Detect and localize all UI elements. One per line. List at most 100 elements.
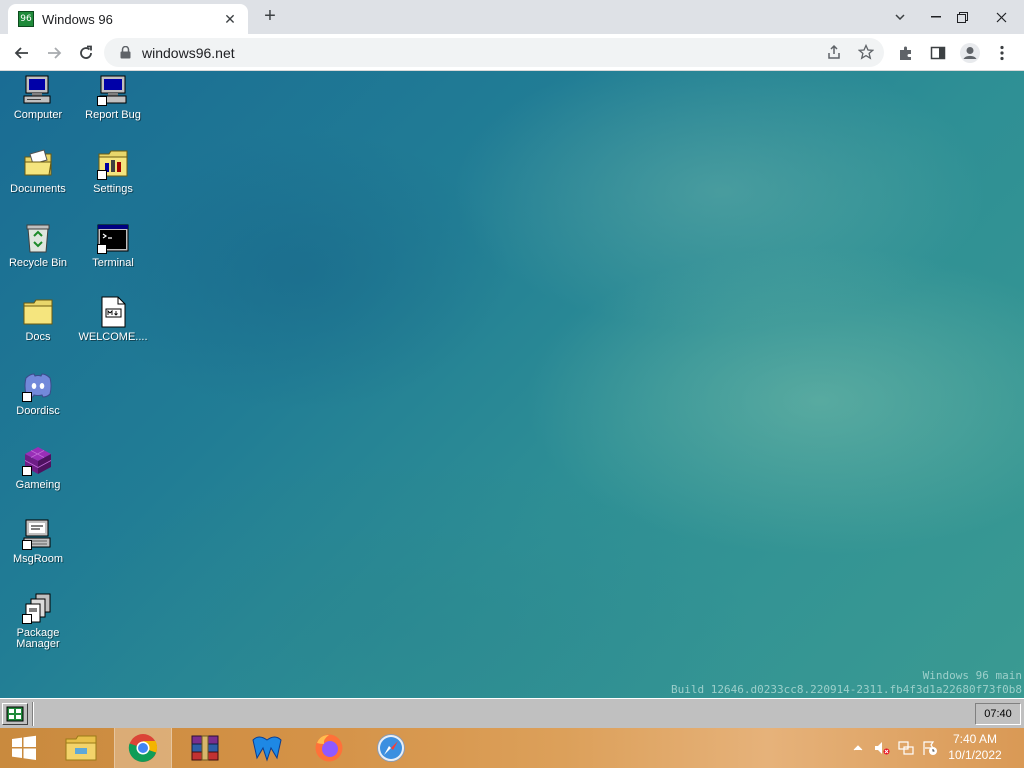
speaker-muted-icon — [875, 742, 890, 755]
build-number: Build 12646.d0233cc8.220914-2311.fb4f3d1… — [671, 683, 1022, 696]
taskbar-safari[interactable] — [362, 728, 420, 768]
profile-button[interactable] — [956, 39, 984, 67]
icon-label: Doordisc — [16, 405, 60, 417]
taskbar-file-explorer[interactable] — [52, 728, 110, 768]
discord-icon — [21, 369, 55, 403]
desktop-icon-doordisc[interactable]: Doordisc — [1, 369, 75, 417]
build-title: Windows 96 main — [922, 669, 1022, 682]
desktop-icon-msgroom[interactable]: MsgRoom — [1, 517, 75, 565]
chevron-down-icon — [895, 14, 905, 20]
desktop-icon-computer[interactable]: Computer — [1, 73, 75, 121]
taskbar-chrome[interactable] — [114, 728, 172, 768]
folder-icon — [21, 295, 55, 329]
restore-button[interactable] — [946, 0, 978, 34]
desktop-icon-docs[interactable]: Docs — [1, 295, 75, 343]
url-text: windows96.net — [142, 44, 235, 61]
puzzle-icon — [900, 46, 911, 60]
win96-start-button[interactable] — [2, 703, 28, 725]
tab-search-button[interactable] — [884, 0, 916, 34]
chrome-icon — [128, 734, 158, 762]
side-panel-button[interactable] — [924, 39, 952, 67]
taskbar-firefox[interactable] — [300, 728, 358, 768]
share-button[interactable] — [820, 38, 848, 66]
build-watermark: Windows 96 main Build 12646.d0233cc8.220… — [671, 669, 1022, 697]
close-icon — [996, 12, 1006, 22]
shortcut-arrow-icon — [22, 466, 32, 476]
shortcut-arrow-icon — [22, 392, 32, 402]
volume-button[interactable] — [872, 728, 892, 768]
game-cube-icon — [21, 443, 55, 477]
desktop-icon-recycle-bin[interactable]: Recycle Bin — [1, 221, 75, 269]
star-icon — [858, 44, 874, 60]
action-center-button[interactable] — [920, 728, 940, 768]
arrow-left-icon — [14, 47, 28, 59]
side-panel-icon — [930, 46, 946, 60]
settings-folder-icon — [96, 147, 130, 181]
package-manager-icon — [21, 591, 55, 625]
desktop-icon-welcome[interactable]: WELCOME.... — [76, 295, 150, 343]
winrar-icon — [191, 735, 219, 761]
win96-clock[interactable]: 07:40 — [975, 703, 1021, 725]
flag-clock-icon — [923, 741, 937, 755]
host-clock[interactable]: 7:40 AM 10/1/2022 — [940, 731, 1010, 763]
desktop-icon-terminal[interactable]: Terminal — [76, 221, 150, 269]
back-button[interactable] — [8, 39, 36, 67]
network-button[interactable] — [896, 728, 916, 768]
desktop-icon-report-bug[interactable]: Report Bug — [76, 73, 150, 121]
address-bar[interactable]: windows96.net — [104, 38, 884, 67]
shortcut-arrow-icon — [97, 96, 107, 106]
shortcut-arrow-icon — [97, 244, 107, 254]
host-taskbar: 7:40 AM 10/1/2022 — [0, 728, 1024, 768]
new-tab-button[interactable]: + — [258, 6, 282, 28]
network-icon — [898, 741, 914, 755]
lock-icon[interactable] — [118, 46, 132, 60]
browser-tabstrip: 96 Windows 96 ✕ + — [0, 0, 1024, 34]
bookmark-button[interactable] — [852, 38, 880, 66]
tab-close-button[interactable]: ✕ — [222, 11, 238, 28]
kebab-menu-icon — [1000, 45, 1004, 61]
safari-compass-icon — [377, 734, 405, 762]
forward-button[interactable] — [40, 39, 68, 67]
icon-label: Terminal — [92, 257, 134, 269]
icon-label: Settings — [93, 183, 133, 195]
win96-logo-icon — [6, 706, 24, 722]
icon-label: Computer — [13, 109, 63, 121]
taskbar-malwarebytes[interactable] — [238, 728, 296, 768]
windows-start-button[interactable] — [0, 728, 48, 768]
report-bug-icon — [96, 73, 130, 107]
icon-label: Documents — [10, 183, 66, 195]
documents-folder-icon — [21, 147, 55, 181]
host-date: 10/1/2022 — [948, 748, 1002, 762]
icon-label: Package Manager — [16, 627, 60, 650]
desktop-icon-package-manager[interactable]: Package Manager — [1, 591, 75, 650]
windows-logo-icon — [12, 735, 36, 760]
reload-icon — [80, 45, 92, 59]
taskbar-separator — [32, 702, 34, 726]
file-explorer-icon — [65, 735, 97, 761]
tab-title: Windows 96 — [42, 11, 113, 27]
reload-button[interactable] — [72, 39, 100, 67]
window-close-button[interactable] — [978, 0, 1024, 34]
msgroom-icon — [21, 517, 55, 551]
browser-menu-button[interactable] — [988, 39, 1016, 67]
desktop-icon-gameing[interactable]: Gameing — [1, 443, 75, 491]
icon-label: Report Bug — [85, 109, 141, 121]
taskbar-winrar[interactable] — [176, 728, 234, 768]
desktop-icon-settings[interactable]: Settings — [76, 147, 150, 195]
markdown-file-icon — [96, 295, 130, 329]
win96-taskbar: 07:40 — [0, 698, 1024, 728]
host-time: 7:40 AM — [952, 732, 998, 746]
icon-label: WELCOME.... — [78, 331, 148, 343]
restore-icon — [956, 11, 968, 23]
browser-tab[interactable]: 96 Windows 96 ✕ — [8, 4, 248, 34]
recycle-bin-icon — [21, 221, 55, 255]
extensions-button[interactable] — [892, 39, 920, 67]
shortcut-arrow-icon — [22, 540, 32, 550]
share-icon — [828, 44, 840, 59]
terminal-icon — [96, 221, 130, 255]
computer-icon — [21, 73, 55, 107]
show-hidden-icons-button[interactable] — [850, 728, 866, 768]
desktop-icon-documents[interactable]: Documents — [1, 147, 75, 195]
win96-desktop[interactable]: Computer Documents Recycle Bin Docs Door… — [0, 71, 1024, 698]
windows96-favicon-icon: 96 — [18, 11, 34, 27]
